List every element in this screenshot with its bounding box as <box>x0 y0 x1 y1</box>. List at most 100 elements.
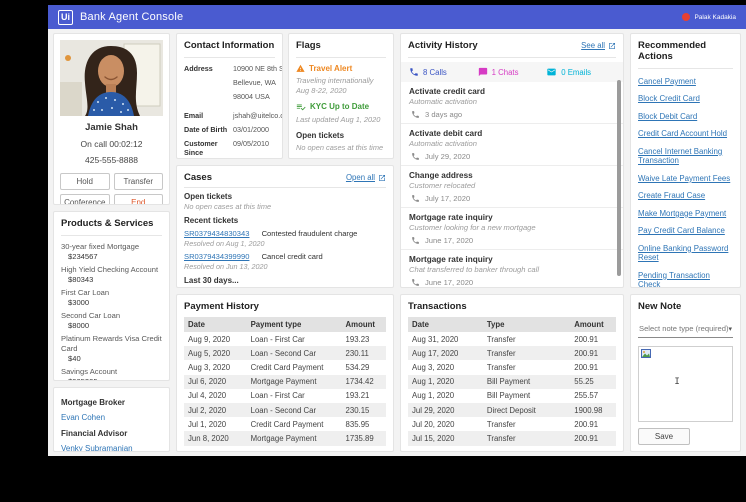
activity-item: Activate credit card Automatic activatio… <box>401 82 623 124</box>
emails-summary[interactable]: 0 Emails <box>546 67 615 77</box>
note-type-select[interactable]: Select note type (required) ▾ <box>638 320 733 338</box>
ticket-resolved-date: Resolved on Jun 13, 2020 <box>184 262 268 271</box>
phone-icon <box>412 237 419 244</box>
ticket-description: Cancel credit card <box>261 252 323 261</box>
divider <box>638 68 733 69</box>
save-note-button[interactable]: Save <box>638 428 690 445</box>
financial-advisor-link[interactable]: Venky Subramanian <box>61 444 133 451</box>
table-row: Aug 1, 2020 Bill Payment 55.25 <box>408 374 616 389</box>
action-make-mortgage-payment[interactable]: Make Mortgage Payment <box>638 209 733 218</box>
caller-photo <box>60 40 163 116</box>
activity-item-detail: Automatic activation <box>409 97 477 106</box>
table-header-row: Date Payment type Amount <box>184 317 386 332</box>
product-item: High Yield Checking Account $80343 <box>61 265 162 284</box>
contact-title: Contact Information <box>184 40 275 51</box>
table-row: Jul 2, 2020 Loan - Second Car 230.15 <box>184 402 386 418</box>
travel-alert-label: Travel Alert <box>309 64 353 73</box>
cases-header: Cases Open all <box>184 172 386 183</box>
contact-information-card: Contact Information Address 10900 NE 8th… <box>176 33 283 159</box>
action-pending-transaction-check[interactable]: Pending Transaction Check <box>638 271 733 287</box>
activity-item-date: July 17, 2020 <box>409 194 613 203</box>
uipath-logo-icon: Ui <box>58 9 73 25</box>
divider <box>184 57 275 58</box>
transactions-more-link[interactable]: More <box>408 452 426 453</box>
transfer-button[interactable]: Transfer <box>113 173 163 190</box>
phone-icon <box>412 195 419 202</box>
action-cancel-payment[interactable]: Cancel Payment <box>638 77 733 86</box>
product-value: $234567 <box>68 252 98 262</box>
recent-tickets-label: Recent tickets <box>184 216 239 225</box>
last-30-days-label: Last 30 days... <box>184 276 239 285</box>
see-all-link[interactable]: See all <box>581 41 616 50</box>
cases-open-tickets-label: Open tickets <box>184 192 233 201</box>
action-waive-late-payment-fees[interactable]: Waive Late Payment Fees <box>638 174 733 183</box>
activity-item-detail: Customer relocated <box>409 181 476 190</box>
ticket-resolved-date: Resolved on Aug 1, 2020 <box>184 239 265 248</box>
divider <box>184 187 386 188</box>
activity-scrollbar[interactable] <box>617 80 621 276</box>
end-call-button[interactable]: End <box>113 194 163 204</box>
dob-label: Date of Birth <box>184 125 228 134</box>
advisor-role: Mortgage Broker <box>61 398 126 407</box>
activity-item: Mortgage rate inquiry Customer looking f… <box>401 208 623 250</box>
open-all-link[interactable]: Open all <box>346 173 386 182</box>
table-row: Aug 5, 2020 Loan - Second Car 230.11 <box>184 346 386 361</box>
conference-button[interactable]: Conference <box>60 194 110 204</box>
activity-item-detail: Automatic activation <box>409 139 477 148</box>
ticket-id-link[interactable]: SR0379434399990 <box>184 252 249 261</box>
ticket-id-link[interactable]: SR0379434830343 <box>184 229 249 238</box>
activity-header: Activity History See all <box>401 34 623 51</box>
product-name: First Car Loan <box>61 288 110 298</box>
payments-more-link[interactable]: More <box>184 452 202 453</box>
call-timer: On call 00:02:12 <box>80 139 143 149</box>
kyc-label: KYC Up to Date <box>310 102 370 112</box>
note-textarea[interactable]: I <box>638 346 733 422</box>
presence-dot-icon <box>682 13 691 21</box>
app-title: Bank Agent Console <box>80 11 184 23</box>
table-row: Jul 1, 2020 Credit Card Payment 835.95 <box>188 419 370 429</box>
customer-since-label: Customer Since <box>184 139 218 157</box>
action-block-debit-card[interactable]: Block Debit Card <box>638 112 733 121</box>
table-row: Aug 3, 2020 Credit Card Payment 534.29 <box>188 362 370 372</box>
col-type: Type <box>482 317 571 332</box>
new-note-card: New Note Select note type (required) ▾ I <box>630 294 741 452</box>
product-item: Platinum Rewards Visa Credit Card $40 <box>61 334 162 362</box>
activity-item: Mortgage rate inquiry Chat transferred t… <box>401 250 623 287</box>
calls-summary[interactable]: 8 Calls <box>409 67 478 77</box>
mortgage-broker-link[interactable]: Evan Cohen <box>61 413 105 422</box>
text-cursor-icon: I <box>674 377 680 387</box>
hold-button[interactable]: Hold <box>60 173 110 190</box>
external-link-icon <box>379 174 385 181</box>
activity-item: Change address Customer relocated July 1… <box>401 166 623 208</box>
activity-item-date: 3 days ago <box>409 110 613 119</box>
activity-item-detail: Chat transferred to banker through call <box>409 265 540 274</box>
action-cancel-internet-banking-transaction[interactable]: Cancel Internet Banking Transaction <box>638 147 733 166</box>
user-menu[interactable]: Palak Kadakia <box>682 13 736 21</box>
table-row: Jul 4, 2020 Loan - First Car 193.21 <box>188 391 370 401</box>
action-credit-card-account-hold[interactable]: Credit Card Account Hold <box>638 129 733 138</box>
products-title: Products & Services <box>61 218 154 229</box>
phone-icon <box>412 111 419 118</box>
checklist-check-icon <box>296 104 306 111</box>
action-create-fraud-case[interactable]: Create Fraud Case <box>638 191 733 200</box>
caller-name: Jamie Shah <box>85 122 138 133</box>
product-value: $905205 <box>68 377 162 380</box>
action-block-credit-card[interactable]: Block Credit Card <box>638 94 733 103</box>
col-date: Date <box>408 317 483 332</box>
activity-list: Activate credit card Automatic activatio… <box>401 82 623 287</box>
address-value: 10900 NE 8th St Bellevue, WA 98004 USA <box>233 64 283 106</box>
travel-alert-flag: Travel Alert <box>296 64 386 73</box>
action-pay-credit-card-balance[interactable]: Pay Credit Card Balance <box>638 226 733 235</box>
action-online-banking-password-reset[interactable]: Online Banking Password Reset <box>638 244 733 263</box>
table-row: Aug 9, 2020 Loan - First Car 193.23 <box>188 334 370 344</box>
activity-item-title: Activate credit card <box>409 87 485 96</box>
caller-phone-number: 425-555-8888 <box>85 155 138 165</box>
product-name: High Yield Checking Account <box>61 265 159 275</box>
chats-summary[interactable]: 1 Chats <box>478 67 547 77</box>
col-payment-type: Payment type <box>246 317 342 332</box>
actions-column: Recommended Actions Cancel Payment Block… <box>630 33 741 452</box>
address-line: 10900 NE 8th St <box>233 64 283 73</box>
email-envelope-icon <box>547 68 556 76</box>
advisor-role: Financial Advisor <box>61 429 128 438</box>
address-line: Bellevue, WA <box>233 78 276 87</box>
